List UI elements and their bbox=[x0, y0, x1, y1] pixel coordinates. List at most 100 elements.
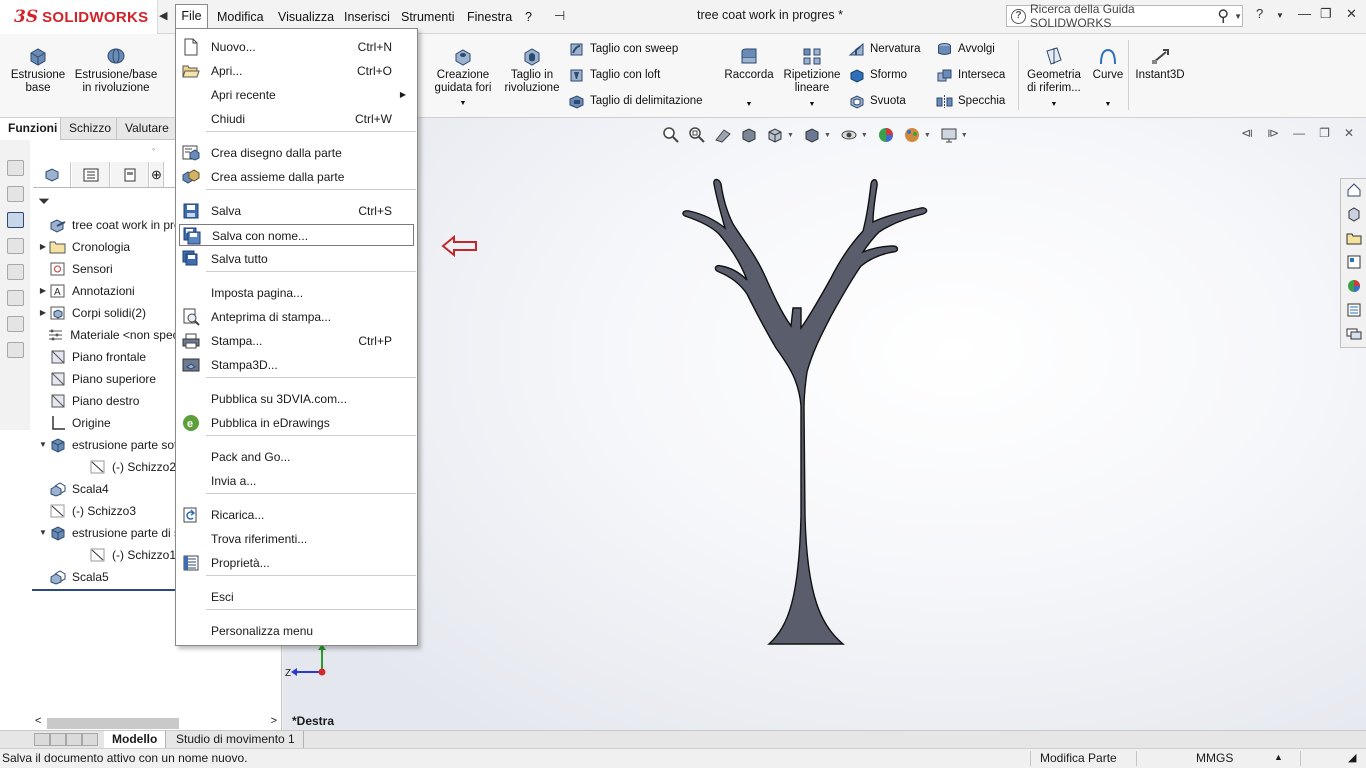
expand-toggle-icon[interactable]: ▼ bbox=[37, 434, 49, 456]
configuration-manager-tab[interactable] bbox=[111, 162, 149, 187]
annotation-tool-icon[interactable] bbox=[7, 212, 24, 228]
menu-new[interactable]: Nuovo... Ctrl+N bbox=[179, 36, 414, 58]
appearances-icon[interactable] bbox=[1345, 277, 1363, 295]
view-palette-icon[interactable] bbox=[1345, 253, 1363, 271]
swept-cut-button[interactable]: Taglio con sweep bbox=[568, 40, 678, 58]
reference-geometry-button[interactable]: Geometria di riferim... ▼ bbox=[1022, 46, 1086, 111]
viewport-close-icon[interactable]: ✕ bbox=[1344, 126, 1354, 140]
instant3d-button[interactable]: Instant3D bbox=[1132, 46, 1188, 82]
view-orientation-icon[interactable] bbox=[765, 126, 785, 144]
trim-tool-icon[interactable] bbox=[7, 316, 24, 332]
section-view-icon[interactable] bbox=[739, 126, 759, 144]
unit-system-dropdown-icon[interactable]: ▲ bbox=[1274, 752, 1283, 762]
revolved-boss-button[interactable]: Estrusione/base in rivoluzione bbox=[72, 46, 160, 95]
revolved-cut-button[interactable]: Taglio in rivoluzione bbox=[500, 46, 564, 95]
help-dropdown-icon[interactable]: ▼ bbox=[1276, 11, 1284, 20]
menu-modifica[interactable]: Modifica bbox=[217, 8, 264, 26]
restore-icon[interactable]: ❐ bbox=[1320, 6, 1332, 22]
expand-toggle-icon[interactable]: ▼ bbox=[37, 522, 49, 544]
reference-geometry-dropdown-icon[interactable]: ▼ bbox=[1022, 98, 1086, 111]
expand-toggle-icon[interactable]: ▶ bbox=[37, 302, 49, 324]
expand-toggle-icon[interactable]: ▶ bbox=[37, 236, 49, 258]
solidworks-logo[interactable]: 3S SOLIDWORKS bbox=[0, 0, 158, 34]
menu-exit[interactable]: Esci bbox=[179, 586, 414, 608]
search-dropdown-icon[interactable]: ▼ bbox=[1234, 12, 1242, 21]
menu-print3d[interactable]: Stampa3D... bbox=[179, 354, 414, 376]
panel-pin-icon[interactable]: ◦ bbox=[152, 144, 155, 154]
menu-properties[interactable]: Proprietà... bbox=[179, 552, 414, 574]
curves-dropdown-icon[interactable]: ▼ bbox=[1090, 98, 1126, 111]
menu-send-to[interactable]: Invia a... bbox=[179, 470, 414, 492]
filter-icon[interactable]: ⏷ bbox=[38, 193, 50, 210]
tab-model[interactable]: Modello bbox=[104, 731, 167, 748]
intersect-button[interactable]: Interseca bbox=[936, 66, 1005, 84]
smart-dimension-icon[interactable] bbox=[7, 186, 24, 202]
menu-reload[interactable]: Ricarica... bbox=[179, 504, 414, 526]
search-icon[interactable]: ⚲ bbox=[1217, 6, 1229, 26]
previous-view-icon[interactable] bbox=[713, 126, 733, 144]
scroll-left-icon[interactable]: < bbox=[35, 715, 41, 727]
menu-help[interactable]: ? bbox=[525, 8, 532, 26]
design-library-icon[interactable] bbox=[1345, 205, 1363, 223]
menu-open-recent[interactable]: Apri recente ▶ bbox=[179, 84, 414, 106]
viewport-minimize-icon[interactable]: — bbox=[1293, 126, 1305, 140]
dimxpert-tab[interactable]: ⊕ bbox=[150, 162, 164, 187]
menu-inserisci[interactable]: Inserisci bbox=[344, 8, 390, 26]
fillet-button[interactable]: Raccorda ▼ bbox=[722, 46, 776, 111]
menu-finestra[interactable]: Finestra bbox=[467, 8, 512, 26]
edit-appearance-icon[interactable] bbox=[876, 126, 896, 144]
custom-properties-icon[interactable] bbox=[1345, 301, 1363, 319]
menu-visualizza[interactable]: Visualizza bbox=[278, 8, 334, 26]
rib-button[interactable]: Nervatura bbox=[848, 40, 921, 58]
help-icon[interactable]: ? bbox=[1256, 6, 1263, 21]
text-tool-icon[interactable] bbox=[7, 264, 24, 280]
scroll-right-icon[interactable]: > bbox=[271, 715, 277, 727]
tab-funzioni[interactable]: Funzioni bbox=[0, 118, 61, 140]
pin-menu-icon[interactable]: ⊣ bbox=[554, 8, 565, 24]
apply-scene-dropdown-icon[interactable]: ▼ bbox=[924, 132, 931, 139]
boundary-cut-button[interactable]: Taglio di delimitazione bbox=[568, 92, 703, 110]
hole-wizard-button[interactable]: Creazione guidata fori ▼ bbox=[428, 46, 498, 110]
menu-collapse-arrow-icon[interactable]: ◀ bbox=[159, 9, 169, 23]
block-tool-icon[interactable] bbox=[7, 290, 24, 306]
feature-tree-tab[interactable] bbox=[33, 162, 71, 187]
sketch-relation-icon[interactable] bbox=[7, 238, 24, 254]
shell-button[interactable]: Svuota bbox=[848, 92, 906, 110]
linear-pattern-button[interactable]: Ripetizione lineare ▼ bbox=[780, 46, 844, 111]
rollback-bar[interactable] bbox=[32, 589, 177, 591]
display-style-icon[interactable] bbox=[802, 126, 822, 144]
menu-customize[interactable]: Personalizza menu bbox=[179, 620, 414, 642]
expand-toggle-icon[interactable]: ▶ bbox=[37, 280, 49, 302]
lofted-cut-button[interactable]: Taglio con loft bbox=[568, 66, 660, 84]
menu-make-drawing[interactable]: Crea disegno dalla parte bbox=[179, 142, 414, 164]
linear-pattern-dropdown-icon[interactable]: ▼ bbox=[780, 98, 844, 111]
menu-save-as[interactable]: Salva con nome... bbox=[179, 224, 414, 246]
view-settings-icon[interactable] bbox=[939, 126, 959, 144]
file-explorer-icon[interactable] bbox=[1345, 229, 1363, 247]
zoom-to-fit-icon[interactable] bbox=[661, 126, 681, 144]
menu-print[interactable]: Stampa... Ctrl+P bbox=[179, 330, 414, 352]
wrap-button[interactable]: Avvolgi bbox=[936, 40, 995, 58]
view-settings-dropdown-icon[interactable]: ▼ bbox=[961, 132, 968, 139]
tab-schizzo[interactable]: Schizzo bbox=[61, 118, 117, 140]
previous-tab-icon[interactable] bbox=[50, 733, 66, 746]
unit-system-selector[interactable]: MMGS bbox=[1196, 751, 1233, 765]
help-search-input[interactable]: Ricerca della Guida SOLIDWORKS bbox=[1030, 2, 1217, 30]
property-manager-tab[interactable] bbox=[72, 162, 110, 187]
resize-grip-icon[interactable]: ◢ bbox=[1348, 751, 1356, 764]
last-tab-icon[interactable] bbox=[82, 733, 98, 746]
curves-button[interactable]: Curve ▼ bbox=[1090, 46, 1126, 111]
hole-wizard-dropdown-icon[interactable]: ▼ bbox=[428, 97, 498, 110]
tab-motion-study[interactable]: Studio di movimento 1 bbox=[168, 731, 304, 748]
viewport-restore-icon[interactable]: ❐ bbox=[1319, 126, 1330, 140]
next-viewport-icon[interactable]: ⧐ bbox=[1267, 126, 1279, 140]
tab-valutare[interactable]: Valutare bbox=[117, 118, 177, 140]
menu-find-references[interactable]: Trova riferimenti... bbox=[179, 528, 414, 550]
view-orientation-dropdown-icon[interactable]: ▼ bbox=[787, 132, 794, 139]
minimize-icon[interactable]: — bbox=[1298, 6, 1311, 21]
menu-file[interactable]: File bbox=[175, 4, 208, 28]
next-tab-icon[interactable] bbox=[66, 733, 82, 746]
menu-make-assembly[interactable]: Crea assieme dalla parte bbox=[179, 166, 414, 188]
horizontal-scrollbar[interactable]: < > bbox=[33, 715, 281, 731]
mirror-button[interactable]: Specchia bbox=[936, 92, 1005, 110]
